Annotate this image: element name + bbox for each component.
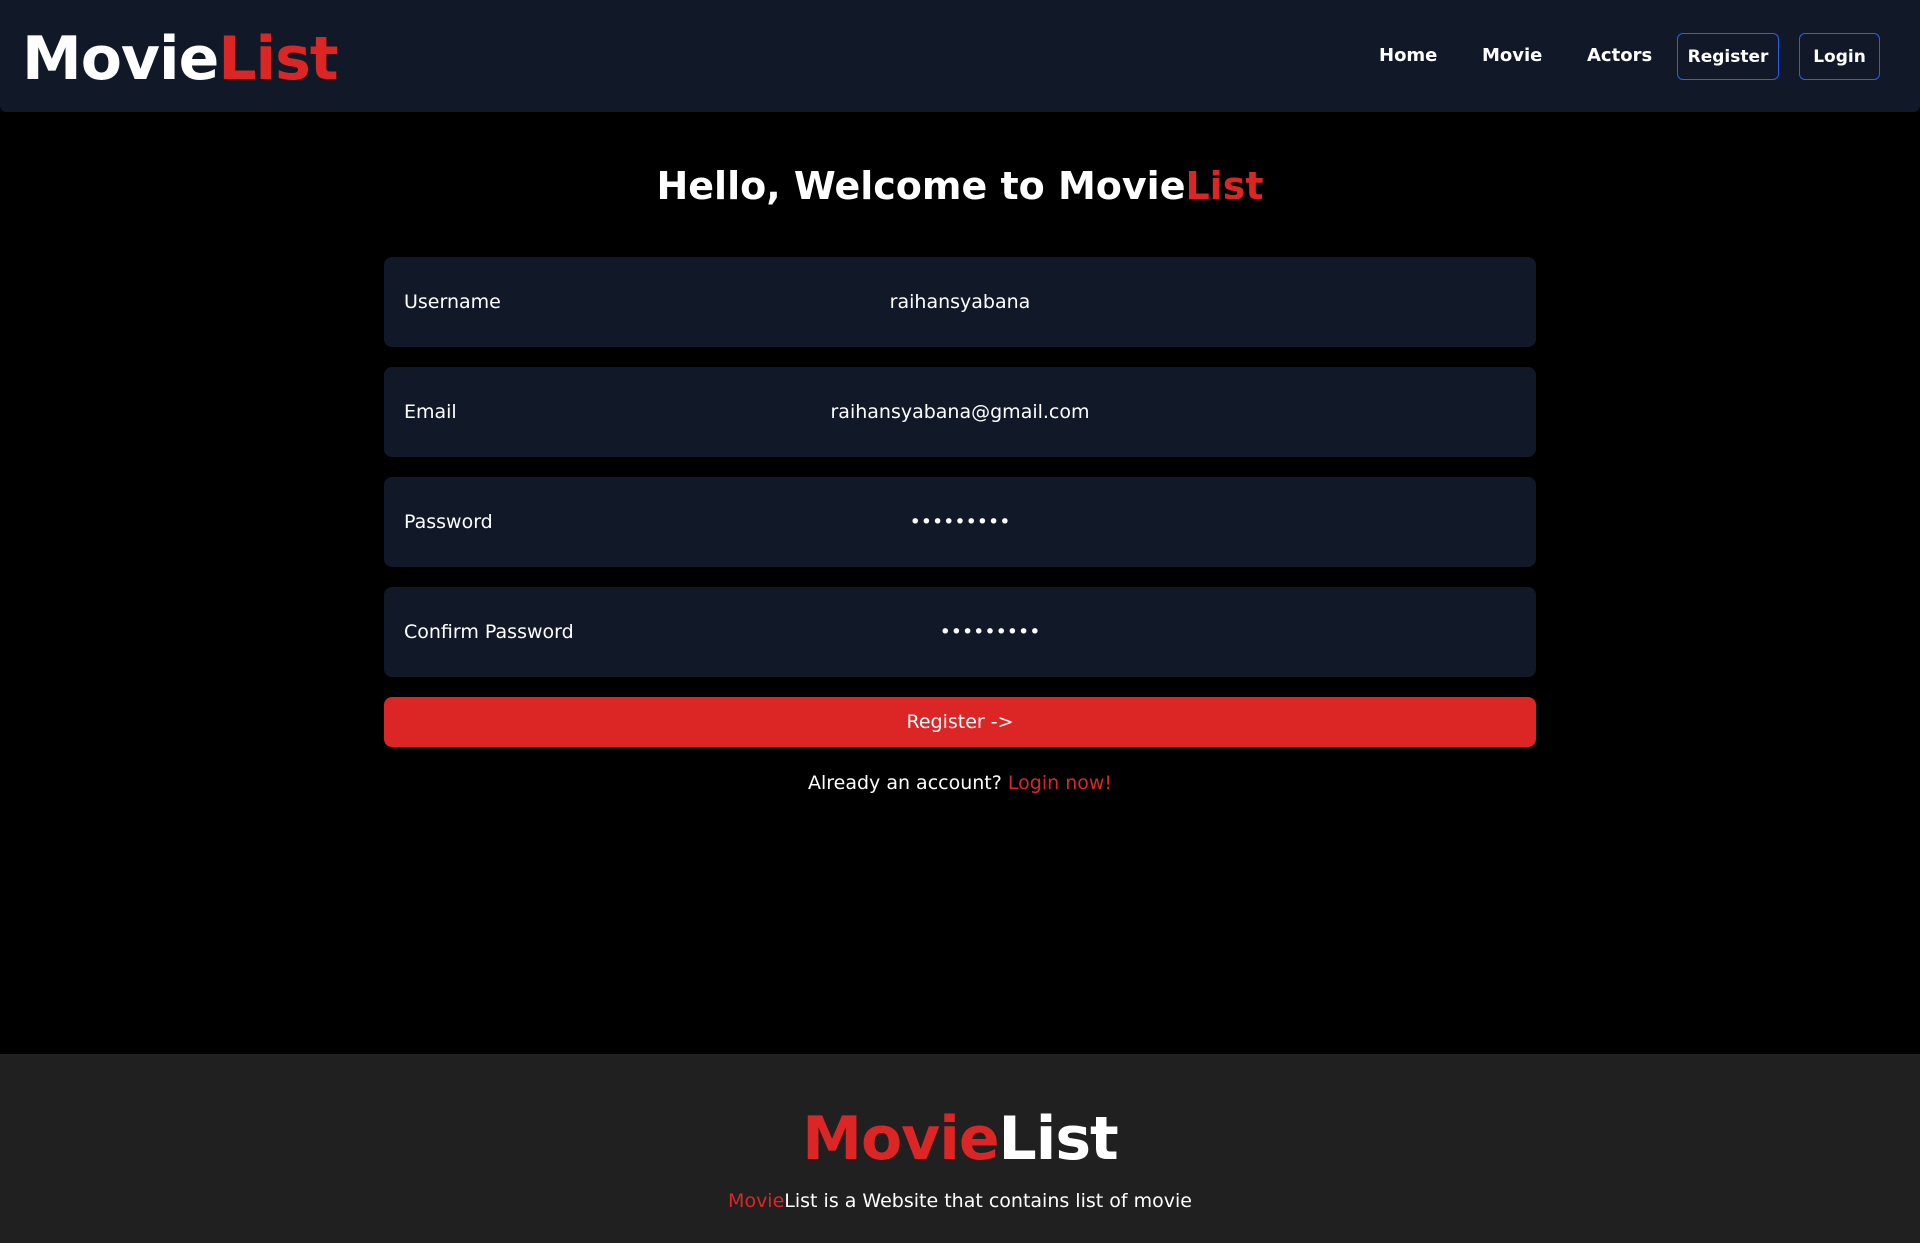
nav-movie-link[interactable]: Movie [1482, 44, 1542, 68]
nav-login-button[interactable]: Login [1799, 33, 1880, 80]
footer-brand-logo: MovieList [0, 1104, 1920, 1174]
username-field: Username [384, 257, 1536, 347]
welcome-heading-text: Hello, Welcome to Movie [656, 164, 1186, 208]
footer-brand-part2: List [998, 1104, 1119, 1174]
login-prompt-text: Already an account? [807, 772, 1002, 794]
password-label: Password [404, 511, 493, 533]
email-field: Email [384, 367, 1536, 457]
nav-register-button[interactable]: Register [1677, 33, 1779, 80]
confirm-password-field: Confirm Password [384, 587, 1536, 677]
welcome-heading-accent: List [1185, 164, 1264, 208]
username-input[interactable] [684, 282, 1236, 322]
footer-tagline: MovieList is a Website that contains lis… [0, 1188, 1920, 1214]
footer-tagline-accent: Movie [728, 1190, 785, 1212]
nav-actors-link[interactable]: Actors [1587, 44, 1652, 68]
email-input[interactable] [684, 392, 1236, 432]
brand-logo-part1: Movie [22, 24, 219, 94]
login-now-link[interactable]: Login now! [1008, 772, 1112, 794]
footer: MovieList MovieList is a Website that co… [0, 1054, 1920, 1243]
register-submit-button[interactable]: Register -> [384, 697, 1536, 747]
brand-logo-part2: List [218, 24, 338, 94]
password-input[interactable] [684, 502, 1236, 542]
welcome-heading: Hello, Welcome to MovieList [0, 162, 1920, 210]
footer-brand-part1: Movie [802, 1104, 999, 1174]
email-label: Email [404, 401, 457, 423]
navbar: MovieList Home Movie Actors Register Log… [0, 0, 1920, 112]
confirm-password-label: Confirm Password [404, 621, 574, 643]
footer-tagline-text: List is a Website that contains list of … [784, 1190, 1192, 1212]
password-field: Password [384, 477, 1536, 567]
username-label: Username [404, 291, 501, 313]
confirm-password-input[interactable] [714, 612, 1266, 652]
brand-logo[interactable]: MovieList [22, 24, 339, 94]
nav-home-link[interactable]: Home [1379, 44, 1437, 68]
login-prompt: Already an account? Login now! [0, 770, 1920, 796]
